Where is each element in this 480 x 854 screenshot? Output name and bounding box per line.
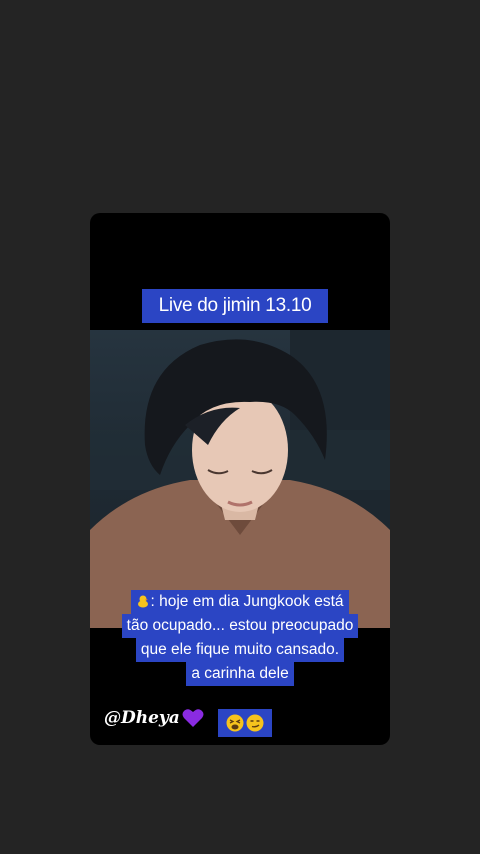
story-card: Live do jimin 13.10: hoje em dia Jungko… [90,213,390,745]
purple-heart-icon [182,709,204,727]
tired-face-icon [226,714,244,732]
caption-line: que ele fique muito cansado. [135,638,345,662]
live-title: Live do jimin 13.10 [158,295,312,316]
caption-line: a carinha dele [186,662,294,686]
caption-line: : hoje em dia Jungkook está [131,590,349,614]
live-title-badge: Live do jimin 13.10 [142,289,328,323]
creator-handle: @Dheya [104,708,180,728]
caption-block: : hoje em dia Jungkook está tão ocupado.… [90,590,390,686]
live-video-frame[interactable] [90,330,390,628]
reaction-badge [218,709,272,737]
person-image [90,330,390,628]
caption-line: tão ocupado... estou preocupado [121,614,359,638]
chick-icon [138,595,149,608]
creator-credit[interactable]: @Dheya [104,708,204,728]
smirk-face-icon [246,714,264,732]
